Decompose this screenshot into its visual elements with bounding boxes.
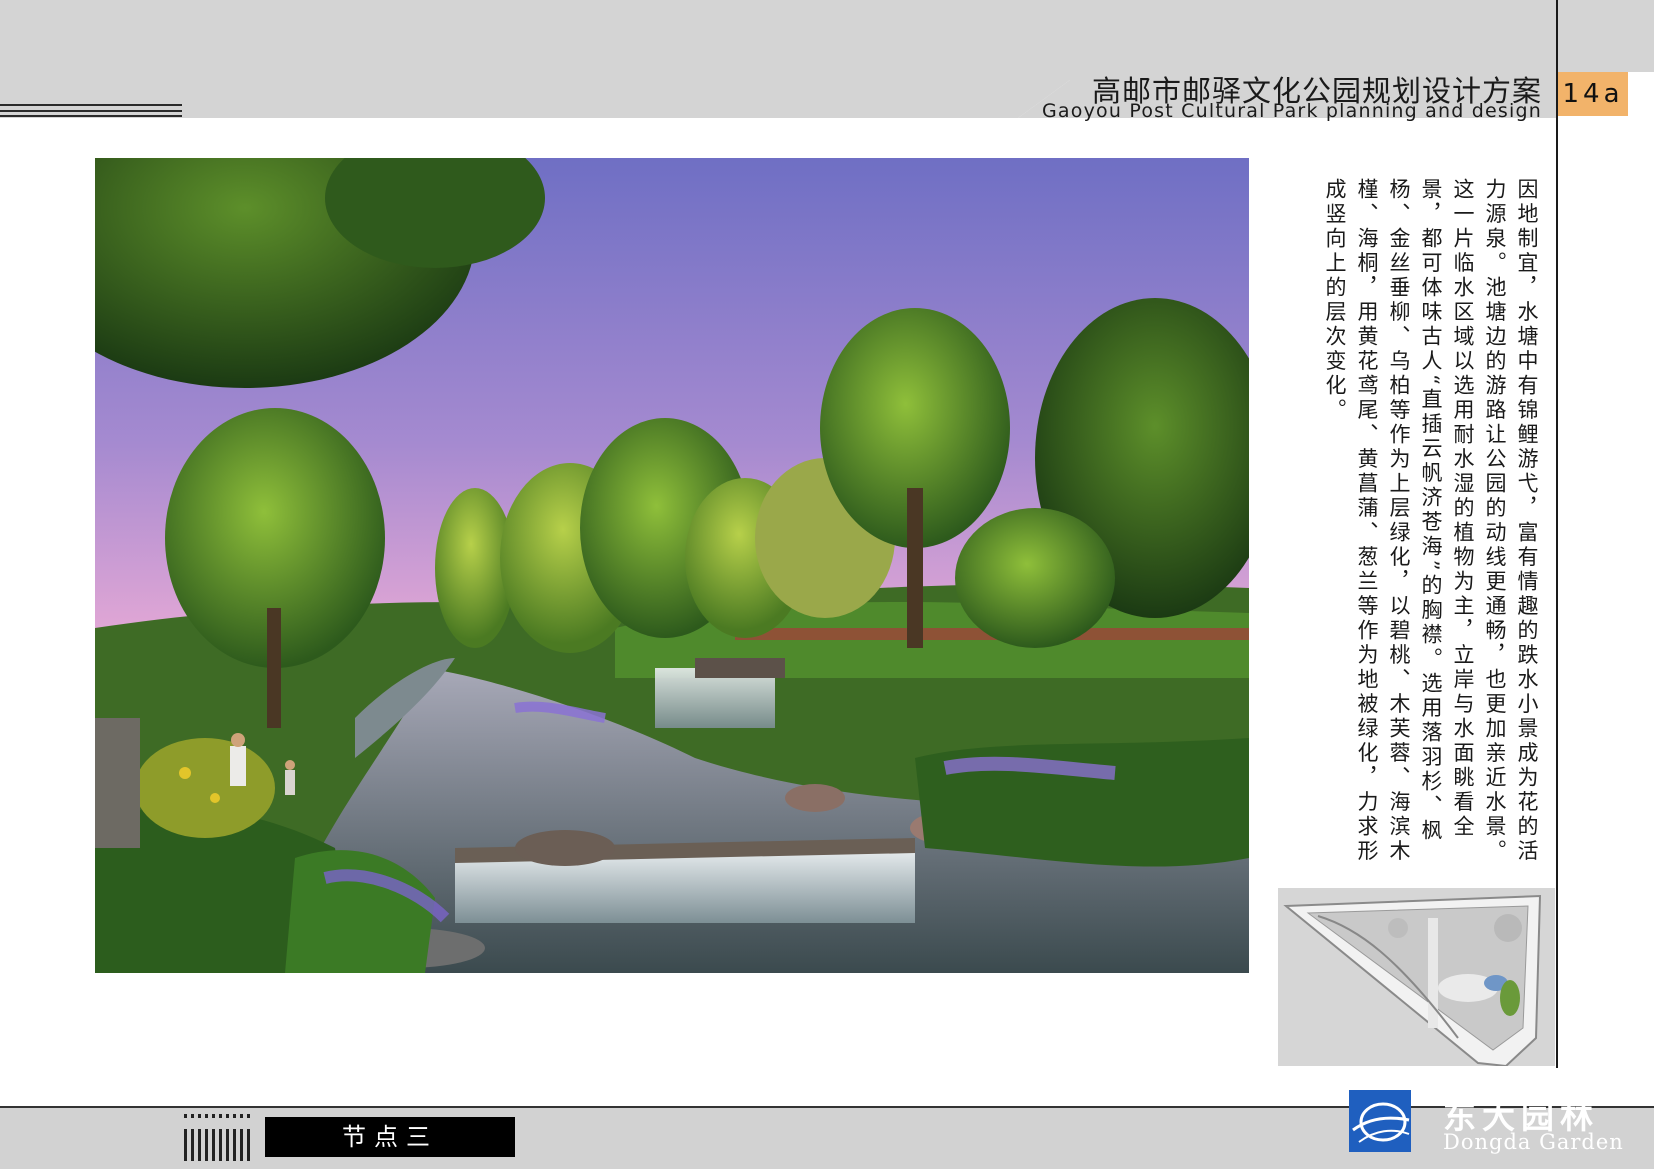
- footer-bars-decoration: [184, 1129, 250, 1161]
- site-plan-thumbnail: [1278, 888, 1555, 1066]
- landscape-rendering: [95, 158, 1249, 973]
- right-divider: [1556, 0, 1558, 1068]
- node-label: 节点三: [265, 1117, 515, 1157]
- brand-name-en: Dongda Garden: [1443, 1130, 1624, 1154]
- design-description: 因地制宜，水塘中有锦鲤游弋，富有情趣的跌水小景成为花的活力源泉。池塘边的游路让公…: [1323, 178, 1539, 864]
- dongda-logo-icon: [1349, 1090, 1411, 1152]
- footer-dots-decoration: [184, 1114, 250, 1118]
- page-number-badge: 14a: [1558, 72, 1628, 116]
- page-subtitle: Gaoyou Post Cultural Park planning and d…: [1042, 100, 1542, 122]
